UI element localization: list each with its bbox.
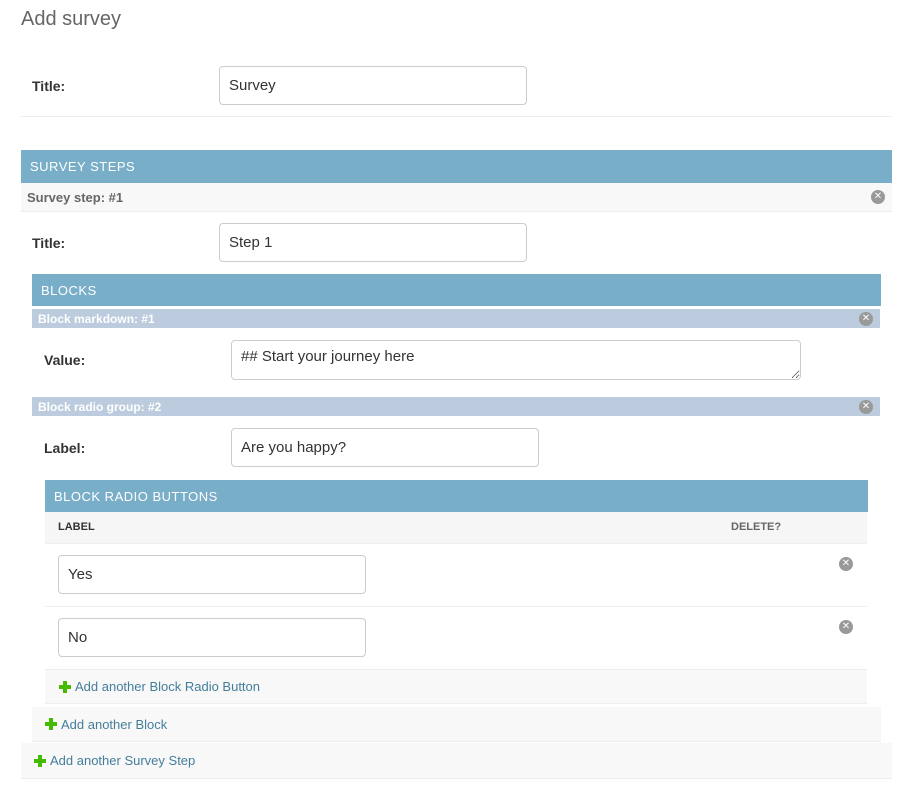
delete-survey-step-icon[interactable]: ✕ [871, 190, 885, 204]
block-radio-group-bar: Block radio group: #2 ✕ [32, 397, 880, 416]
plus-icon [45, 718, 57, 730]
block-radio-group-label: Block radio group: #2 [38, 399, 162, 414]
add-radio-button-row[interactable]: Add another Block Radio Button [45, 670, 867, 704]
step-title-row: Title: [32, 223, 527, 262]
radio-buttons-header: BLOCK RADIO BUTTONS [45, 480, 868, 512]
radio-group-label-row: Label: [44, 428, 539, 467]
step-title-input[interactable] [219, 223, 527, 262]
delete-block-markdown-icon[interactable]: ✕ [859, 311, 873, 326]
blocks-header: BLOCKS [32, 274, 881, 306]
radio-button-label-input[interactable] [58, 618, 366, 657]
block-markdown-bar: Block markdown: #1 ✕ [32, 309, 880, 328]
radio-button-label-input[interactable] [58, 555, 366, 594]
step-title-label: Title: [32, 234, 66, 251]
table-row: ✕ [45, 607, 867, 670]
plus-icon [59, 680, 71, 693]
delete-column-header: DELETE? [731, 521, 782, 533]
survey-title-input[interactable] [219, 66, 527, 105]
radio-group-label-label: Label: [44, 439, 86, 456]
delete-radio-button-icon[interactable]: ✕ [839, 557, 853, 571]
survey-step-1-bar: Survey step: #1 ✕ [21, 183, 892, 212]
markdown-value-row: Value: ## Start your journey here [44, 340, 801, 380]
delete-block-radio-group-icon[interactable]: ✕ [859, 399, 873, 414]
add-block-row[interactable]: Add another Block [32, 707, 881, 742]
page-title: Add survey [21, 8, 122, 30]
markdown-value-textarea[interactable]: ## Start your journey here [231, 340, 801, 380]
radio-buttons-table-head: LABEL DELETE? [45, 512, 867, 544]
survey-title-label: Title: [32, 77, 66, 94]
survey-title-divider [21, 116, 892, 117]
radio-group-label-input[interactable] [231, 428, 539, 467]
add-survey-step-row[interactable]: Add another Survey Step [21, 743, 892, 779]
add-radio-button-link[interactable]: Add another Block Radio Button [75, 679, 260, 694]
label-column-header: LABEL [58, 521, 95, 533]
block-markdown-label: Block markdown: #1 [38, 311, 155, 326]
survey-title-row: Title: [32, 66, 527, 105]
add-survey-step-link[interactable]: Add another Survey Step [50, 753, 195, 768]
table-row: ✕ [45, 544, 867, 607]
markdown-value-label: Value: [44, 352, 86, 368]
survey-steps-header: SURVEY STEPS [21, 150, 892, 183]
add-block-link[interactable]: Add another Block [61, 717, 167, 732]
delete-radio-button-icon[interactable]: ✕ [839, 620, 853, 634]
survey-step-1-label: Survey step: #1 [27, 189, 124, 205]
plus-icon [34, 754, 46, 767]
